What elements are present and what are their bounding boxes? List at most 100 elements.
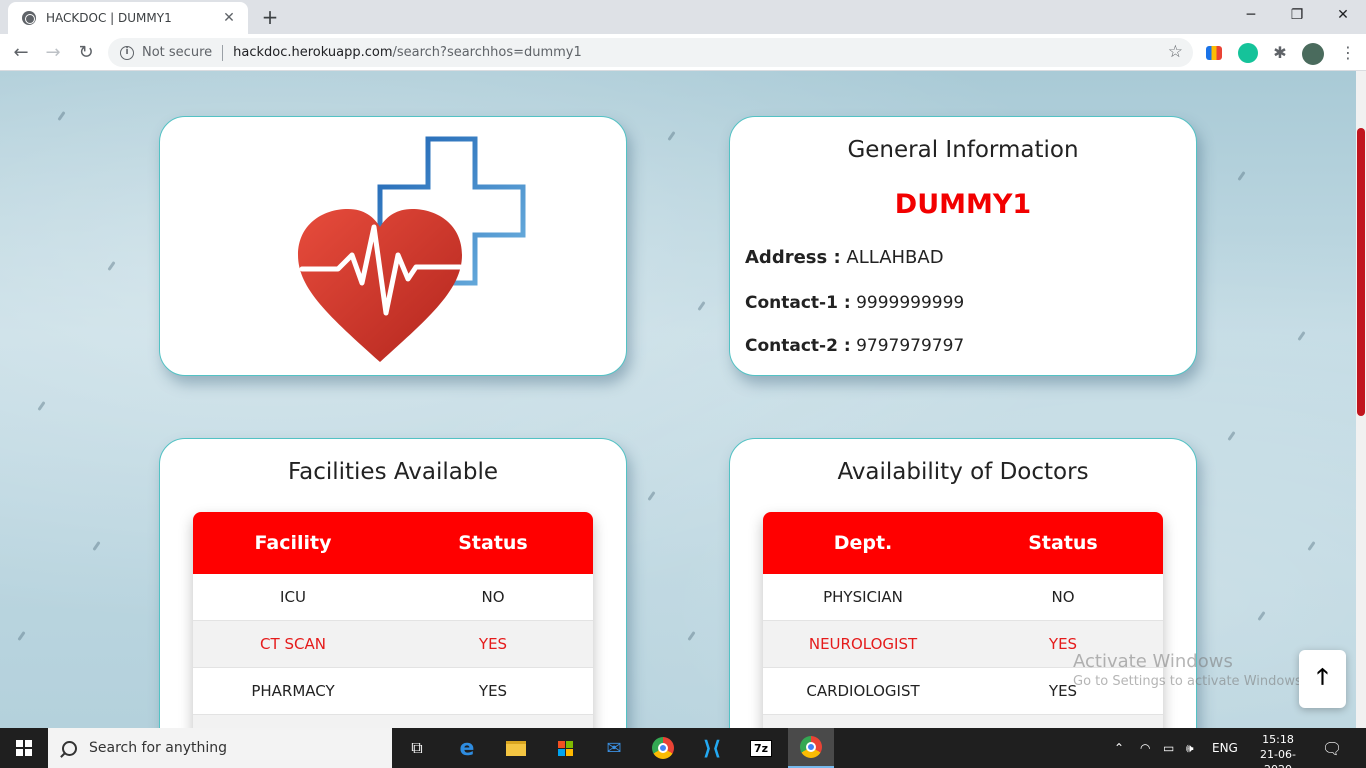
table-header-row: Dept. Status [763,512,1163,574]
address-divider [222,44,224,61]
address-value: ALLAHBAD [846,247,944,268]
browser-menu-icon[interactable]: ⋮ [1338,43,1358,63]
status-cell: NO [1051,588,1075,606]
browser-tab[interactable]: HACKDOC | DUMMY1 ✕ [8,2,248,34]
url-host: hackdoc.herokuapp.com [233,45,393,60]
mail-icon[interactable]: ✉ [599,733,629,763]
language-indicator[interactable]: ENG [1212,728,1238,768]
facilities-heading: Facilities Available [288,459,498,485]
watermark-line-1: Activate Windows [1073,651,1233,672]
raindrop [1297,331,1306,341]
7zip-icon[interactable]: 7z [746,733,776,763]
column-header-status: Status [1028,532,1098,554]
info-icon[interactable]: i [120,45,134,60]
table-row [763,715,1163,728]
security-label: Not secure [142,45,213,60]
facilities-table: Facility Status ICU NO CT SCAN YES PHARM… [193,512,593,728]
url-path: /search?searchhos=dummy1 [392,45,582,60]
forward-arrow-icon[interactable]: → [40,40,66,66]
table-row: CT SCAN YES [193,621,593,668]
table-row: ICU NO [193,574,593,621]
general-information-heading: General Information [847,137,1079,163]
contact-1-value: 9999999999 [856,293,965,313]
table-header-row: Facility Status [193,512,593,574]
system-clock[interactable]: 15:18 21-06-2020 [1248,732,1308,768]
extensions-puzzle-icon[interactable]: ✱ [1270,43,1290,63]
wifi-icon[interactable]: ◠ [1140,728,1150,768]
task-view-icon[interactable]: ⧉ [402,733,432,763]
raindrop [1227,431,1236,441]
clock-time: 15:18 [1262,733,1294,746]
column-header-status: Status [458,532,528,554]
status-cell: YES [478,682,508,700]
facility-cell: PHARMACY [251,682,335,700]
battery-icon[interactable]: ▭ [1163,728,1174,768]
facilities-card: Facilities Available Facility Status ICU… [159,438,627,728]
raindrop [57,111,66,121]
vscode-icon[interactable]: ⟩⟨ [697,733,727,763]
raindrop [687,631,696,641]
raindrop [1307,541,1316,551]
hospital-logo-card [159,116,627,376]
facility-cell: CT SCAN [260,635,326,653]
dept-cell: PHYSICIAN [823,588,903,606]
start-button[interactable] [0,728,48,768]
tab-title: HACKDOC | DUMMY1 [46,11,172,25]
page-scrollbar[interactable] [1356,71,1366,728]
column-header-dept: Dept. [833,532,893,554]
browser-toolbar: ← → ↻ i Not secure hackdoc.herokuapp.com… [0,34,1366,71]
search-icon [62,740,77,756]
minimize-button[interactable]: ─ [1228,0,1274,30]
show-hidden-icons-chevron[interactable]: ⌃ [1114,728,1124,768]
back-arrow-icon[interactable]: ← [8,40,34,66]
watermark-line-2: Go to Settings to activate Windows. [1073,674,1306,689]
taskbar-search-box[interactable]: Search for anything [48,728,392,768]
page-viewport: General Information DUMMY1 Address : ALL… [0,71,1356,728]
column-header-facility: Facility [254,532,332,554]
new-tab-button[interactable]: + [258,5,282,29]
reload-icon[interactable]: ↻ [73,40,99,66]
window-close-button[interactable]: ✕ [1320,0,1366,30]
edge-icon[interactable]: e [452,733,482,763]
raindrop [37,401,46,411]
clock-date: 21-06-2020 [1260,748,1296,768]
chrome-icon[interactable] [648,733,678,763]
facility-cell: ICU [280,588,306,606]
raindrop [647,491,656,501]
raindrop [1257,611,1266,621]
profile-avatar[interactable] [1302,43,1324,65]
raindrop [17,631,26,641]
chrome-active-icon[interactable] [788,728,834,768]
status-cell: YES [478,635,508,653]
windows-logo-icon [16,740,32,756]
raindrop [1237,171,1246,181]
windows-taskbar: Search for anything ⧉ e ✉ ⟩⟨ 7z ⌃ ◠ ▭ 🕪 … [0,728,1366,768]
doctors-table: Dept. Status PHYSICIAN NO NEUROLOGIST YE… [763,512,1163,728]
contact-2-value: 9797979797 [856,336,965,356]
maximize-button[interactable]: ❐ [1274,0,1320,30]
contact-2-row: Contact-2 : 9797979797 [745,336,964,356]
tab-close-icon[interactable]: ✕ [220,10,238,26]
bookmark-star-icon[interactable]: ☆ [1168,42,1183,62]
browser-tab-strip: HACKDOC | DUMMY1 ✕ + ─ ❐ ✕ [0,0,1366,34]
raindrop [667,131,676,141]
scroll-to-top-button[interactable]: 🡑 [1299,650,1346,708]
table-row: PHYSICIAN NO [763,574,1163,621]
raindrop [107,261,116,271]
contact-2-label: Contact-2 : [745,336,851,356]
arrow-up-icon: 🡑 [1316,665,1329,690]
volume-icon[interactable]: 🕪 [1186,728,1194,768]
globe-icon [22,11,36,25]
grammarly-icon[interactable] [1238,43,1258,63]
scrollbar-thumb[interactable] [1357,128,1365,416]
notifications-icon[interactable]: 🗨 [1322,728,1342,768]
file-explorer-icon[interactable] [501,733,531,763]
general-information-card: General Information DUMMY1 Address : ALL… [729,116,1197,376]
address-bar[interactable]: i Not secure hackdoc.herokuapp.com /sear… [108,38,1193,67]
raindrop [697,301,706,311]
store-icon[interactable] [550,733,580,763]
contact-1-label: Contact-1 : [745,293,851,313]
doctors-heading: Availability of Doctors [837,459,1089,485]
table-row: PHARMACY YES [193,668,593,715]
extension-flag-icon[interactable] [1206,46,1222,60]
